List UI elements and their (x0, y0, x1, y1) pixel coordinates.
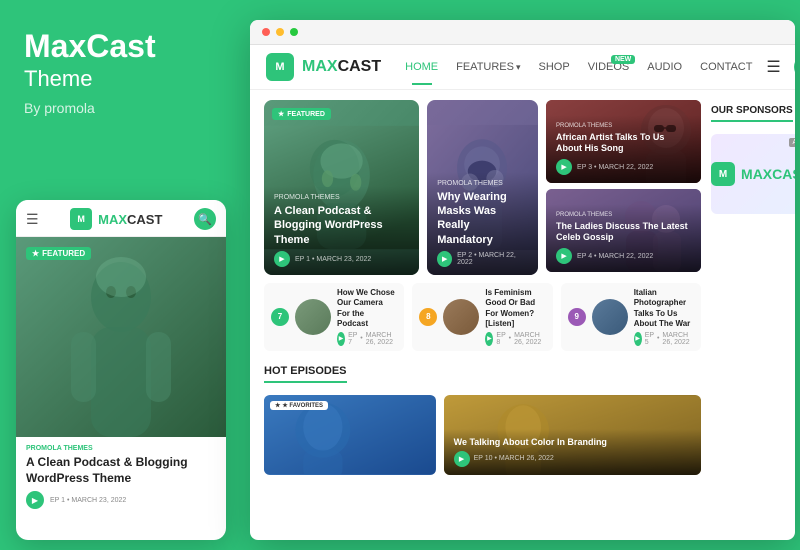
side-card-1-overlay: PROMOLA THEMES African Artist Talks To U… (546, 115, 701, 183)
mobile-logo-icon: M (70, 208, 92, 230)
mobile-featured-badge: ★ FEATURED (26, 247, 91, 260)
nav-link-audio[interactable]: AUDIO (639, 57, 690, 77)
featured-card-2-meta: ▶ EP 2 • MARCH 22, 2022 (437, 251, 528, 267)
nav-link-home[interactable]: HOME (397, 57, 446, 77)
featured-play-button-1[interactable]: ▶ (274, 251, 290, 267)
sponsor-card-container: AD M MAXCAST (711, 134, 795, 214)
browser-dot-green[interactable] (290, 28, 298, 36)
sponsors-title: OUR SPONSORS (711, 105, 793, 122)
sidebar: OUR SPONSORS AD M MAXCAST (711, 100, 795, 540)
side-card-1-meta: ▶ EP 3 • MARCH 22, 2022 (556, 159, 691, 175)
nav-link-contact[interactable]: CONTACT (692, 57, 760, 77)
mobile-top-bar: ☰ M MAXCAST 🔍 (16, 200, 226, 237)
hot-card-1: ★ ★ FAVORITES (264, 395, 436, 475)
sponsor-logo: M MAXCAST (711, 162, 795, 186)
ep-meta-8: ▶ EP 8 • MARCH 26, 2022 (485, 332, 545, 346)
side-card-2-overlay: PROMOLA THEMES The Ladies Discuss The La… (546, 204, 701, 272)
nav-link-shop[interactable]: SHOP (531, 57, 578, 77)
search-button[interactable]: 🔍 (794, 54, 795, 80)
ep-thumb-8 (443, 299, 479, 335)
ep-info-8: Is Feminism Good Or Bad For Women? [List… (485, 288, 545, 346)
hot-episodes-title: HOT EPISODES (264, 365, 347, 383)
ep-play-9[interactable]: ▶ (634, 332, 642, 346)
mobile-star-icon: ★ (32, 249, 39, 258)
site-nav: M MAXCAST HOME FEATURES ▾ SHOP VIDEOS NE… (250, 45, 795, 90)
ep-num-9: 9 (568, 308, 586, 326)
featured-play-button-2[interactable]: ▶ (437, 251, 452, 267)
ep-num-8: 8 (419, 308, 437, 326)
mobile-play-button[interactable]: ▶ (26, 491, 44, 509)
nav-logo-text: MAXCAST (302, 58, 381, 76)
brand-name: MaxCast Theme By promola (24, 30, 216, 116)
ep-play-7[interactable]: ▶ (337, 332, 345, 346)
browser-dot-red[interactable] (262, 28, 270, 36)
ep-num-7: 7 (271, 308, 289, 326)
side-card-2: PROMOLA THEMES The Ladies Discuss The La… (546, 189, 701, 272)
nav-icons: ☰ 🔍 (760, 54, 795, 80)
side-play-button-1[interactable]: ▶ (556, 159, 572, 175)
episode-item-8: 8 Is Feminism Good Or Bad For Women? [Li… (412, 283, 552, 351)
featured-badge: ★ FEATURED (272, 108, 331, 120)
left-panel: MaxCast Theme By promola ☰ M MAXCAST 🔍 (0, 0, 240, 550)
browser-dot-yellow[interactable] (276, 28, 284, 36)
hot-card-2: We Talking About Color In Branding ▶ EP … (444, 395, 701, 475)
side-cards: PROMOLA THEMES African Artist Talks To U… (546, 100, 701, 275)
side-card-1: PROMOLA THEMES African Artist Talks To U… (546, 100, 701, 183)
mobile-logo-text: MAXCAST (98, 212, 162, 227)
ep-thumb-7 (295, 299, 331, 335)
favorites-badge: ★ ★ FAVORITES (270, 401, 328, 410)
featured-card-1: ★ FEATURED PROMOLA THEMES A Clean Podcas… (264, 100, 419, 275)
star-icon-favorites: ★ (275, 402, 280, 409)
main-content: ★ FEATURED PROMOLA THEMES A Clean Podcas… (264, 100, 701, 540)
sponsor-logo-inner: M MAXCAST (711, 162, 795, 186)
featured-card-1-overlay: PROMOLA THEMES A Clean Podcast & Bloggin… (264, 186, 419, 275)
ep-info-9: Italian Photographer Talks To Us About T… (634, 288, 694, 346)
ep-meta-9: ▶ EP 5 • MARCH 26, 2022 (634, 332, 694, 346)
mobile-mockup: ☰ M MAXCAST 🔍 (16, 200, 226, 540)
nav-link-videos[interactable]: VIDEOS NEW (580, 57, 638, 77)
ad-badge: AD (789, 138, 795, 147)
mobile-hamburger-icon: ☰ (26, 211, 39, 228)
side-card-2-meta: ▶ EP 4 • MARCH 22, 2022 (556, 248, 691, 264)
ep-thumb-9 (592, 299, 628, 335)
mobile-logo: M MAXCAST (70, 208, 162, 230)
hot-play-button[interactable]: ▶ (454, 451, 470, 467)
hamburger-icon[interactable]: ☰ (760, 54, 786, 80)
sponsor-card: AD M MAXCAST (711, 134, 795, 214)
nav-logo-icon: M (266, 53, 294, 81)
mobile-featured-image: ★ FEATURED (16, 237, 226, 437)
nav-links: HOME FEATURES ▾ SHOP VIDEOS NEW AUDIO CO… (397, 57, 760, 77)
side-play-button-2[interactable]: ▶ (556, 248, 572, 264)
top-featured-grid: ★ FEATURED PROMOLA THEMES A Clean Podcas… (264, 100, 701, 275)
ep-play-8[interactable]: ▶ (485, 332, 493, 346)
hot-card-2-overlay: We Talking About Color In Branding ▶ EP … (444, 429, 701, 475)
mobile-search-button[interactable]: 🔍 (194, 208, 216, 230)
sponsor-logo-icon: M (711, 162, 735, 186)
featured-card-1-meta: ▶ EP 1 • MARCH 23, 2022 (274, 251, 409, 267)
mobile-card-info: PROMOLA THEMES A Clean Podcast & Bloggin… (16, 437, 226, 517)
episode-list: 7 How We Chose Our Camera For the Podcas… (264, 283, 701, 351)
hot-episodes-section: HOT EPISODES (264, 361, 701, 475)
episode-item-9: 9 Italian Photographer Talks To Us About… (561, 283, 701, 351)
hot-episodes-grid: ★ ★ FAVORITES (264, 395, 701, 475)
mobile-card-meta: ▶ EP 1 • MARCH 23, 2022 (26, 491, 216, 509)
browser-mockup: M MAXCAST HOME FEATURES ▾ SHOP VIDEOS NE… (250, 20, 795, 540)
featured-card-2: PROMOLA THEMES Why Wearing Masks Was Rea… (427, 100, 538, 275)
featured-card-2-overlay: PROMOLA THEMES Why Wearing Masks Was Rea… (427, 172, 538, 275)
hot-card-2-meta: ▶ EP 10 • MARCH 26, 2022 (454, 451, 691, 467)
nav-link-features[interactable]: FEATURES ▾ (448, 57, 528, 77)
nav-logo: M MAXCAST (266, 53, 381, 81)
browser-bar (250, 20, 795, 45)
star-icon: ★ (278, 110, 284, 118)
mobile-hero-svg (16, 237, 226, 437)
content-area: ★ FEATURED PROMOLA THEMES A Clean Podcas… (250, 90, 795, 540)
ep-meta-7: ▶ EP 7 • MARCH 26, 2022 (337, 332, 397, 346)
episode-item-7: 7 How We Chose Our Camera For the Podcas… (264, 283, 404, 351)
ep-info-7: How We Chose Our Camera For the Podcast … (337, 288, 397, 346)
